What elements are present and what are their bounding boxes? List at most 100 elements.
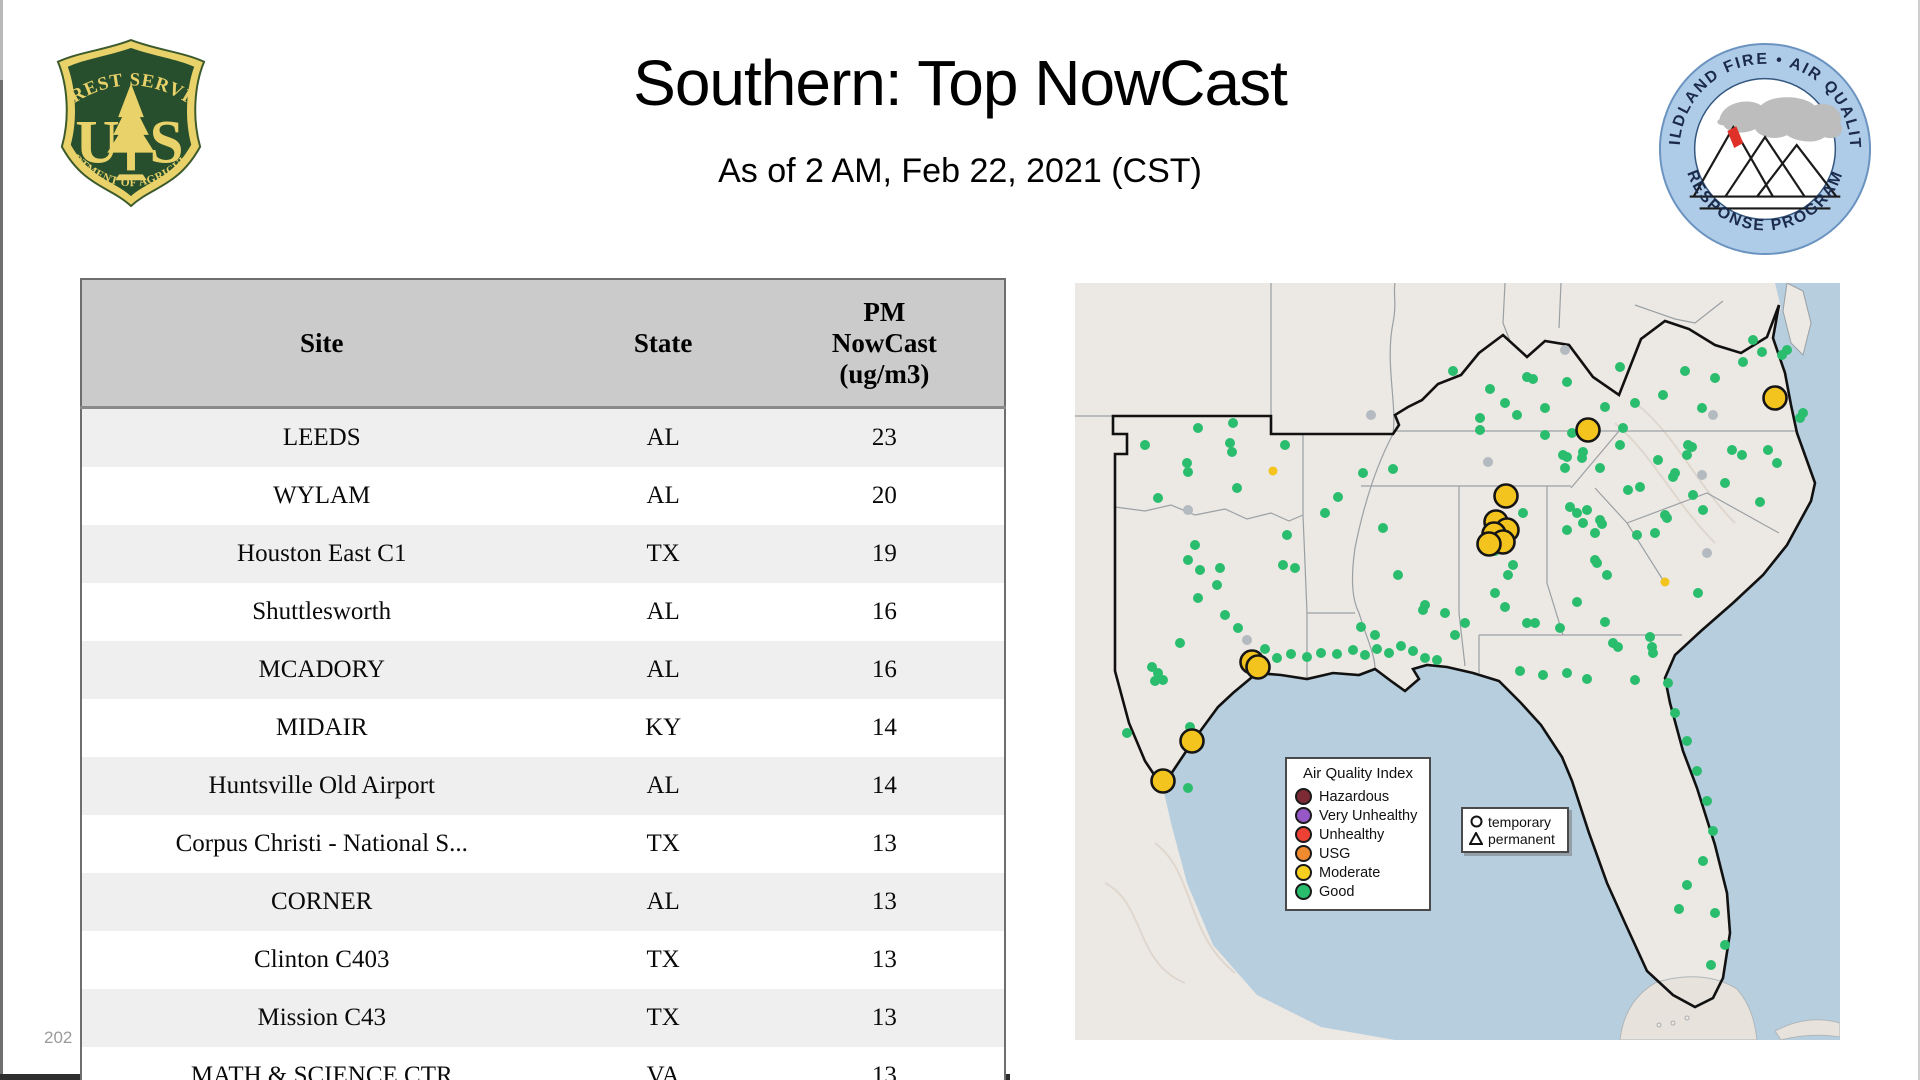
good-site-dot bbox=[1370, 630, 1380, 640]
value-cell: 16 bbox=[871, 656, 897, 683]
legend-item: Moderate bbox=[1295, 863, 1421, 882]
good-site-dot bbox=[1220, 610, 1230, 620]
good-site-dot bbox=[1233, 623, 1243, 633]
legend-label: USG bbox=[1319, 845, 1351, 862]
good-site-dot bbox=[1193, 423, 1203, 433]
site-cell: LEEDS bbox=[282, 424, 361, 451]
temporary-row: temporary bbox=[1469, 813, 1561, 830]
no-data-site-dot bbox=[1708, 410, 1718, 420]
good-site-dot bbox=[1358, 468, 1368, 478]
good-site-dot bbox=[1228, 418, 1238, 428]
legend-label: Unhealthy bbox=[1319, 826, 1385, 843]
table-row: CORNER AL 13 bbox=[81, 873, 1005, 931]
site-cell: MATH & SCIENCE CTR bbox=[190, 1062, 453, 1080]
table-row: LEEDS AL 23 bbox=[81, 407, 1005, 467]
nowcast-table-header: Site State PM NowCast (ug/m3) bbox=[81, 279, 1005, 409]
moderate-site-marker bbox=[1179, 728, 1205, 754]
good-site-dot bbox=[1528, 374, 1538, 384]
good-site-dot bbox=[1613, 642, 1623, 652]
good-site-dot bbox=[1597, 519, 1607, 529]
good-site-dot bbox=[1360, 650, 1370, 660]
permanent-label: permanent bbox=[1488, 830, 1555, 847]
good-site-dot bbox=[1320, 508, 1330, 518]
aqi-legend: Air Quality Index Hazardous Very Unhealth… bbox=[1285, 757, 1431, 911]
good-site-dot bbox=[1562, 452, 1572, 462]
good-site-dot bbox=[1450, 630, 1460, 640]
nowcast-table: Site State PM NowCast (ug/m3) LEEDS AL 23 W… bbox=[80, 278, 1006, 1080]
good-site-dot bbox=[1290, 563, 1300, 573]
good-site-dot bbox=[1356, 622, 1366, 632]
state-cell: TX bbox=[646, 946, 680, 973]
legend-item: USG bbox=[1295, 844, 1421, 863]
good-site-dot bbox=[1562, 668, 1572, 678]
good-site-dot bbox=[1682, 880, 1692, 890]
aqi-map: Air Quality Index Hazardous Very Unhealth… bbox=[1075, 283, 1840, 1040]
good-site-dot bbox=[1582, 505, 1592, 515]
value-cell: 13 bbox=[871, 1004, 897, 1031]
good-site-dot bbox=[1645, 632, 1655, 642]
good-site-dot bbox=[1653, 455, 1663, 465]
good-site-dot bbox=[1393, 570, 1403, 580]
good-site-dot bbox=[1615, 362, 1625, 372]
good-site-dot bbox=[1698, 856, 1708, 866]
good-site-dot bbox=[1183, 783, 1193, 793]
good-site-dot bbox=[1212, 580, 1222, 590]
page-subtitle: As of 2 AM, Feb 22, 2021 (CST) bbox=[718, 152, 1202, 190]
good-site-dot bbox=[1500, 398, 1510, 408]
good-site-dot bbox=[1777, 350, 1787, 360]
state-cell: AL bbox=[646, 656, 680, 683]
moderate-site-marker bbox=[1762, 385, 1788, 411]
good-site-dot bbox=[1508, 560, 1518, 570]
legend-item: Very Unhealthy bbox=[1295, 806, 1421, 825]
good-site-dot bbox=[1540, 430, 1550, 440]
table-row: MATH & SCIENCE CTR VA 13 bbox=[81, 1047, 1005, 1080]
good-site-dot bbox=[1503, 570, 1513, 580]
good-site-dot bbox=[1632, 530, 1642, 540]
good-site-dot bbox=[1215, 563, 1225, 573]
site-cell: Corpus Christi - National S... bbox=[175, 830, 468, 857]
legend-swatch-icon bbox=[1295, 864, 1312, 881]
good-site-dot bbox=[1150, 676, 1160, 686]
no-data-site-dot bbox=[1183, 505, 1193, 515]
good-site-dot bbox=[1697, 403, 1707, 413]
good-site-dot bbox=[1670, 708, 1680, 718]
good-site-dot bbox=[1460, 618, 1470, 628]
good-site-dot bbox=[1590, 528, 1600, 538]
good-site-dot bbox=[1702, 796, 1712, 806]
good-site-dot bbox=[1600, 617, 1610, 627]
permanent-triangle-icon bbox=[1468, 830, 1484, 845]
good-site-dot bbox=[1562, 377, 1572, 387]
site-cell: MCADORY bbox=[258, 656, 385, 683]
good-site-dot bbox=[1635, 482, 1645, 492]
good-site-dot bbox=[1225, 438, 1235, 448]
good-site-dot bbox=[1682, 450, 1692, 460]
good-site-dot bbox=[1490, 588, 1500, 598]
good-site-dot bbox=[1190, 540, 1200, 550]
column-header-state: State bbox=[561, 279, 765, 409]
aqi-legend-title: Air Quality Index bbox=[1302, 765, 1414, 782]
good-site-dot bbox=[1420, 653, 1430, 663]
good-site-dot bbox=[1396, 641, 1406, 651]
table-row: Corpus Christi - National S... TX 13 bbox=[81, 815, 1005, 873]
good-site-dot bbox=[1280, 440, 1290, 450]
state-cell: AL bbox=[646, 772, 680, 799]
good-site-dot bbox=[1282, 530, 1292, 540]
good-site-dot bbox=[1122, 728, 1132, 738]
legend-item: Good bbox=[1295, 882, 1421, 901]
good-site-dot bbox=[1530, 618, 1540, 628]
state-cell: VA bbox=[646, 1062, 680, 1080]
good-site-dot bbox=[1348, 645, 1358, 655]
no-data-site-dot bbox=[1560, 345, 1570, 355]
good-site-dot bbox=[1737, 450, 1747, 460]
good-site-dot bbox=[1755, 497, 1765, 507]
good-site-dot bbox=[1227, 447, 1237, 457]
good-site-dot bbox=[1795, 413, 1805, 423]
legend-swatch-icon bbox=[1295, 883, 1312, 900]
good-site-dot bbox=[1578, 518, 1588, 528]
column-header-site: Site bbox=[81, 279, 562, 409]
good-site-dot bbox=[1658, 390, 1668, 400]
column-header-pm-nowcast: PM NowCast (ug/m3) bbox=[764, 279, 1005, 409]
state-cell: TX bbox=[646, 540, 680, 567]
good-site-dot bbox=[1432, 655, 1442, 665]
good-site-dot bbox=[1738, 357, 1748, 367]
